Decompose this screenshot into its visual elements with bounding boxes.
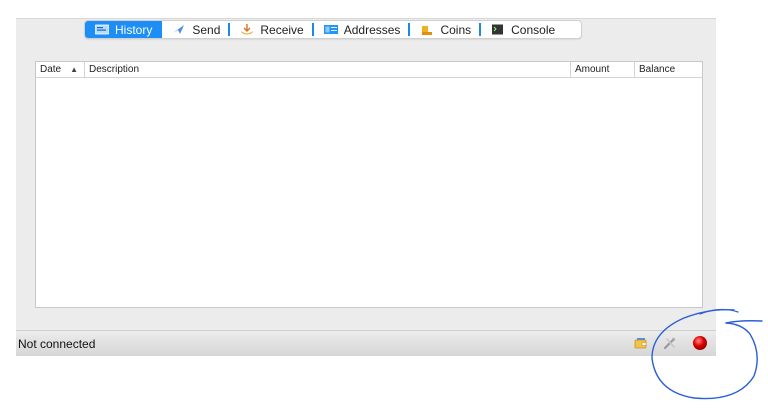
column-header-date[interactable]: Date ▲ bbox=[36, 62, 85, 77]
column-header-date-label: Date bbox=[40, 64, 62, 75]
tab-addresses[interactable]: Addresses bbox=[311, 21, 411, 38]
column-header-amount-label: Amount bbox=[575, 64, 610, 75]
status-bar: Not connected bbox=[16, 330, 716, 356]
column-header-description-label: Description bbox=[89, 64, 140, 75]
tab-console-label: Console bbox=[511, 22, 556, 37]
column-header-amount[interactable]: Amount bbox=[571, 62, 635, 77]
column-header-description[interactable]: Description bbox=[85, 62, 571, 77]
console-icon bbox=[491, 24, 505, 35]
sort-ascending-icon: ▲ bbox=[70, 65, 78, 74]
electrum-window: History Send Receive Addresses Coins Con… bbox=[0, 0, 768, 420]
coins-icon bbox=[420, 24, 434, 35]
tab-history-label: History bbox=[115, 22, 153, 37]
tab-console[interactable]: Console bbox=[479, 21, 581, 38]
network-status-icon[interactable] bbox=[692, 335, 708, 356]
history-table[interactable]: Date ▲ Description Amount Balance bbox=[35, 61, 703, 308]
column-header-balance[interactable]: Balance bbox=[635, 62, 702, 77]
receive-icon bbox=[240, 24, 254, 35]
connection-status-text: Not connected bbox=[18, 336, 96, 351]
tab-send[interactable]: Send bbox=[162, 21, 230, 38]
tab-receive-label: Receive bbox=[260, 22, 304, 37]
tab-coins[interactable]: Coins bbox=[408, 21, 481, 38]
tab-coins-label: Coins bbox=[440, 22, 472, 37]
tab-send-label: Send bbox=[192, 22, 221, 37]
tab-addresses-label: Addresses bbox=[343, 22, 401, 37]
wallet-icon[interactable] bbox=[634, 336, 648, 355]
tab-history[interactable]: History bbox=[85, 21, 163, 38]
tab-receive[interactable]: Receive bbox=[228, 21, 313, 38]
main-tab-bar: History Send Receive Addresses Coins Con… bbox=[84, 20, 583, 39]
history-table-header: Date ▲ Description Amount Balance bbox=[36, 62, 702, 78]
history-icon bbox=[94, 24, 110, 35]
preferences-icon[interactable] bbox=[662, 335, 678, 356]
send-icon bbox=[172, 24, 186, 35]
addresses-icon bbox=[323, 24, 338, 35]
status-bar-icons bbox=[634, 335, 708, 356]
column-header-balance-label: Balance bbox=[639, 64, 676, 75]
history-table-body bbox=[36, 78, 702, 307]
